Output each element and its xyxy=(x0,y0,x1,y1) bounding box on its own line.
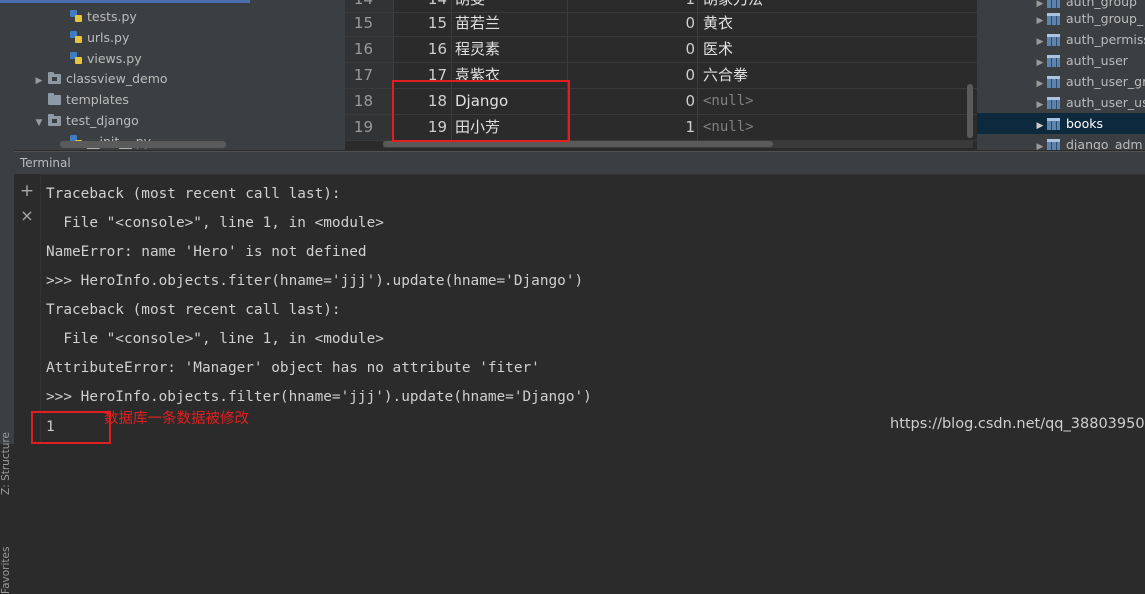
chevron-right-icon[interactable]: ▶ xyxy=(32,71,46,92)
terminal-line: Traceback (most recent call last): xyxy=(46,302,341,318)
terminal-line: >>> HeroInfo.objects.fiter(hname='jjj').… xyxy=(46,273,584,289)
row-number: 17 xyxy=(353,66,373,84)
terminal-title[interactable]: Terminal xyxy=(20,152,71,174)
db-tree-item[interactable]: ▶ auth_user_us xyxy=(977,92,1145,113)
database-tree-panel: ▶ auth_group ▶ auth_group_ ▶ auth_permiss ▶… xyxy=(977,0,1145,150)
cell-hname[interactable]: 程灵素 xyxy=(455,36,500,62)
cell-hgender[interactable]: 0 xyxy=(655,36,695,62)
highlight-box-modified-rows xyxy=(392,80,570,142)
project-tree-panel: tests.py urls.py views.py ▶ classview_dem… xyxy=(0,0,345,150)
cell-hcomment[interactable]: 医术 xyxy=(703,36,733,62)
terminal-toolbar: + × xyxy=(14,174,41,444)
table-icon xyxy=(1047,55,1060,67)
tree-item-templates[interactable]: templates xyxy=(46,89,129,110)
tree-item-views-py[interactable]: views.py xyxy=(70,48,142,69)
table-icon xyxy=(1047,0,1060,8)
new-session-button[interactable]: + xyxy=(19,182,35,200)
terminal-line: AttributeError: 'Manager' object has no … xyxy=(46,360,540,376)
terminal-header: Terminal xyxy=(14,151,1145,175)
folder-icon xyxy=(48,72,61,84)
chevron-right-icon[interactable]: ▶ xyxy=(1033,137,1047,150)
table-icon xyxy=(1047,118,1060,130)
grid-vertical-scrollbar-thumb[interactable] xyxy=(967,84,973,138)
cell-hcomment[interactable]: 黄衣 xyxy=(703,10,733,36)
cell-hcomment[interactable]: <null> xyxy=(703,88,754,114)
terminal-line: File "<console>", line 1, in <module> xyxy=(46,331,384,347)
table-row[interactable]: 15 15 苗若兰 0 黄衣 xyxy=(345,10,977,37)
terminal-line: >>> HeroInfo.objects.filter(hname='jjj')… xyxy=(46,389,592,405)
table-icon xyxy=(1047,97,1060,109)
terminal-line: NameError: name 'Hero' is not defined xyxy=(46,244,367,260)
cell-hcomment[interactable]: <null> xyxy=(703,114,754,140)
cell-hgender[interactable]: 0 xyxy=(655,62,695,88)
db-tree-item-books[interactable]: ▶ books xyxy=(977,113,1145,134)
tree-item-urls-py[interactable]: urls.py xyxy=(70,27,129,48)
python-file-icon xyxy=(70,31,82,44)
tree-item-classview-demo[interactable]: ▶ classview_demo xyxy=(32,68,168,89)
close-session-button[interactable]: × xyxy=(19,207,35,225)
structure-tool-tab[interactable]: Z: Structure xyxy=(0,432,12,495)
cell-hcomment[interactable]: 六合拳 xyxy=(703,62,748,88)
python-file-icon xyxy=(70,10,82,23)
chevron-down-icon[interactable]: ▼ xyxy=(32,113,46,134)
terminal-line: File "<console>", line 1, in <module> xyxy=(46,215,384,231)
table-icon xyxy=(1047,76,1060,88)
cell-hgender[interactable]: 0 xyxy=(655,88,695,114)
terminal-output[interactable]: Traceback (most recent call last): File … xyxy=(46,182,1136,442)
db-tree-item[interactable]: ▶ auth_user_gr xyxy=(977,71,1145,92)
watermark-text: https://blog.csdn.net/qq_38803950 xyxy=(890,416,1145,432)
db-tree-item[interactable]: ▶ auth_group_ xyxy=(977,8,1145,29)
cell-id[interactable]: 16 xyxy=(403,36,447,62)
db-tree-item[interactable]: ▶ django_adm xyxy=(977,134,1145,150)
cell-id[interactable]: 15 xyxy=(403,10,447,36)
table-icon xyxy=(1047,13,1060,25)
cell-hgender[interactable]: 0 xyxy=(655,10,695,36)
favorites-tool-tab[interactable]: Favorites xyxy=(0,547,12,594)
table-icon xyxy=(1047,34,1060,46)
annotation-text: 数据库一条数据被修改 xyxy=(104,411,249,427)
row-number: 19 xyxy=(353,118,373,136)
terminal-line: Traceback (most recent call last): xyxy=(46,186,341,202)
row-number: 15 xyxy=(353,14,373,32)
tree-item-test-django[interactable]: ▼ test_django xyxy=(32,110,139,131)
row-number: 16 xyxy=(353,40,373,58)
db-tree-item[interactable]: ▶ auth_user xyxy=(977,50,1145,71)
folder-icon xyxy=(48,114,61,126)
tree-item-tests-py[interactable]: tests.py xyxy=(70,6,137,27)
project-horizontal-scrollbar[interactable] xyxy=(60,141,226,148)
row-number: 18 xyxy=(353,92,373,110)
highlight-box-result xyxy=(31,411,111,444)
python-file-icon xyxy=(70,52,82,65)
tree-selection-remnant xyxy=(0,0,250,3)
table-row[interactable]: 16 16 程灵素 0 医术 xyxy=(345,36,977,63)
cell-hgender[interactable]: 1 xyxy=(655,114,695,140)
folder-icon xyxy=(48,93,61,105)
left-tool-strip: Z: Structure Favorites xyxy=(0,150,15,594)
cell-hname[interactable]: 苗若兰 xyxy=(455,10,500,36)
table-icon xyxy=(1047,139,1060,150)
db-tree-item[interactable]: ▶ auth_permiss xyxy=(977,29,1145,50)
